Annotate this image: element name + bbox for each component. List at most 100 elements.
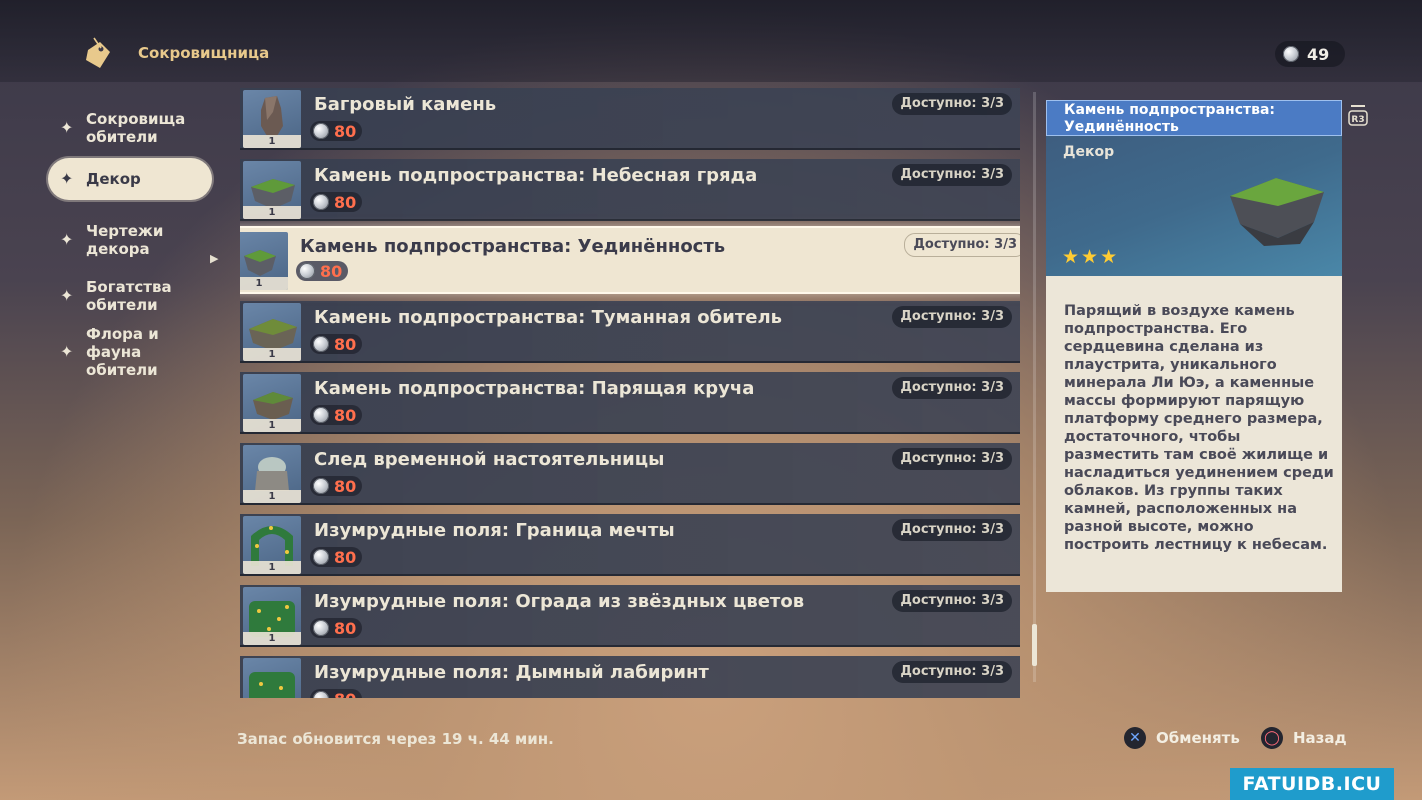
- rarity-stars: ★★★: [1062, 246, 1120, 268]
- item-price: 80: [310, 689, 363, 698]
- shop-item-row-selected[interactable]: 1 Камень подпространства: Уединённость 8…: [240, 226, 1020, 294]
- item-price-value: 80: [334, 192, 357, 212]
- item-thumbnail: 1: [243, 161, 301, 219]
- category-label-2: обители: [86, 296, 158, 314]
- category-decor[interactable]: ✦ Декор: [48, 158, 212, 200]
- category-blueprints[interactable]: ✦ Чертежи декора: [48, 212, 212, 268]
- item-price-value: 80: [334, 334, 357, 354]
- hedge-icon: [249, 672, 295, 698]
- item-detail-panel: Камень подпространства: Уединённость Дек…: [1046, 100, 1342, 592]
- item-availability: Доступно: 3/3: [892, 306, 1012, 328]
- category-label-2: обители: [86, 361, 158, 379]
- item-quantity: 1: [243, 419, 301, 432]
- item-name: Изумрудные поля: Граница мечты: [314, 520, 675, 541]
- shop-item-row[interactable]: 1 След временной настоятельницы 80 Досту…: [240, 443, 1020, 505]
- item-quantity: 1: [243, 348, 301, 361]
- category-label: Чертежи: [86, 222, 164, 240]
- item-name: След временной настоятельницы: [314, 449, 665, 470]
- shop-item-row[interactable]: 1 Изумрудные поля: Ограда из звёздных цв…: [240, 585, 1020, 647]
- back-button[interactable]: ◯ Назад: [1261, 727, 1347, 749]
- coin-icon: [313, 478, 329, 494]
- r3-label: R3: [1351, 115, 1364, 125]
- coin-icon: [313, 691, 329, 698]
- top-bar: [0, 0, 1422, 82]
- item-price-value: 80: [334, 121, 357, 141]
- item-availability: Доступно: 3/3: [892, 377, 1012, 399]
- item-quantity: 1: [243, 135, 301, 148]
- shop-item-row[interactable]: 1 Изумрудные поля: Дымный лабиринт 80 До…: [240, 656, 1020, 698]
- pointer-arrow-icon: ▶: [210, 252, 219, 265]
- cross-glyph: ✕: [1129, 730, 1141, 746]
- coin-icon: [313, 336, 329, 352]
- item-availability: Доступно: 3/3: [892, 448, 1012, 470]
- item-price-value: 80: [334, 476, 357, 496]
- r3-button-icon[interactable]: R3: [1347, 102, 1369, 128]
- item-price: 80: [310, 547, 363, 567]
- item-quantity: 1: [243, 206, 301, 219]
- item-price: 80: [310, 618, 363, 638]
- coin-icon: [299, 263, 315, 279]
- category-flora-fauna[interactable]: ✦ Флора и фауна обители: [48, 324, 212, 380]
- detail-header-area: Камень подпространства: Уединённость Дек…: [1046, 100, 1342, 276]
- item-name: Камень подпространства: Парящая круча: [314, 378, 755, 399]
- item-price: 80: [310, 476, 363, 496]
- item-preview-image: [1230, 178, 1324, 246]
- exchange-button[interactable]: ✕ Обменять: [1124, 727, 1240, 749]
- item-quantity: 1: [240, 277, 288, 290]
- shop-item-row[interactable]: 1 Изумрудные поля: Граница мечты 80 Дост…: [240, 514, 1020, 576]
- realm-currency-icon: [1283, 46, 1299, 62]
- list-scrollbar-thumb[interactable]: [1032, 624, 1037, 666]
- shop-item-row[interactable]: 1 Камень подпространства: Небесная гряда…: [240, 159, 1020, 221]
- shop-item-row[interactable]: 1 Камень подпространства: Туманная обите…: [240, 301, 1020, 363]
- currency-counter: 49: [1275, 41, 1345, 67]
- item-name: Изумрудные поля: Ограда из звёздных цвет…: [314, 591, 805, 612]
- item-description: Парящий в воздухе камень подпространства…: [1064, 303, 1334, 553]
- coin-icon: [313, 620, 329, 636]
- sparkle-icon: ✦: [60, 230, 74, 249]
- category-label: Декор: [86, 170, 141, 188]
- category-treasures[interactable]: ✦ Сокровища обители: [48, 100, 212, 156]
- cross-button-icon: ✕: [1124, 727, 1146, 749]
- item-availability: Доступно: 3/3: [904, 233, 1020, 257]
- category-label-2: обители: [86, 128, 158, 146]
- item-name: Камень подпространства: Уединённость: [300, 236, 726, 257]
- category-riches[interactable]: ✦ Богатства обители: [48, 268, 212, 324]
- currency-amount: 49: [1307, 44, 1330, 64]
- item-price: 80: [310, 334, 363, 354]
- category-label: Флора и фауна: [86, 325, 159, 361]
- item-price-value: 80: [320, 261, 343, 281]
- circle-button-icon: ◯: [1261, 727, 1283, 749]
- sparkle-icon: ✦: [60, 286, 74, 305]
- item-thumbnail: 1: [243, 374, 301, 432]
- item-price: 80: [310, 405, 363, 425]
- stock-refresh-text: Запас обновится через 19 ч. 44 мин.: [237, 730, 554, 748]
- back-label: Назад: [1293, 729, 1347, 747]
- item-availability: Доступно: 3/3: [892, 164, 1012, 186]
- item-quantity: 1: [243, 632, 301, 645]
- item-thumbnail: 1: [240, 232, 288, 290]
- detail-body: Парящий в воздухе камень подпространства…: [1046, 276, 1342, 592]
- category-sidebar: ✦ Сокровища обители ✦ Декор ✦ Чертежи деко…: [48, 100, 212, 380]
- shop-item-list[interactable]: 1 Багровый камень 80 Доступно: 3/3 1 Кам…: [240, 88, 1020, 698]
- item-price: 80: [310, 121, 363, 141]
- item-name: Камень подпространства: Туманная обитель: [314, 307, 783, 328]
- category-label: Сокровища: [86, 110, 186, 128]
- item-availability: Доступно: 3/3: [892, 93, 1012, 115]
- sparkle-icon: ✦: [60, 342, 74, 361]
- item-thumbnail: 1: [243, 516, 301, 574]
- list-scrollbar-track[interactable]: [1033, 92, 1036, 682]
- coin-icon: [313, 194, 329, 210]
- detail-item-name: Камень подпространства: Уединённость: [1046, 100, 1342, 136]
- item-price: 80: [296, 261, 349, 281]
- page-title: Сокровищница: [138, 44, 270, 62]
- coin-icon: [313, 123, 329, 139]
- item-thumbnail: 1: [243, 587, 301, 645]
- exchange-label: Обменять: [1156, 729, 1240, 747]
- watermark: FATUIDB.ICU: [1230, 768, 1394, 800]
- coin-icon: [313, 407, 329, 423]
- item-price: 80: [310, 192, 363, 212]
- item-quantity: 1: [243, 561, 301, 574]
- detail-item-type: Декор: [1063, 144, 1115, 160]
- shop-item-row[interactable]: 1 Камень подпространства: Парящая круча …: [240, 372, 1020, 434]
- shop-item-row[interactable]: 1 Багровый камень 80 Доступно: 3/3: [240, 88, 1020, 150]
